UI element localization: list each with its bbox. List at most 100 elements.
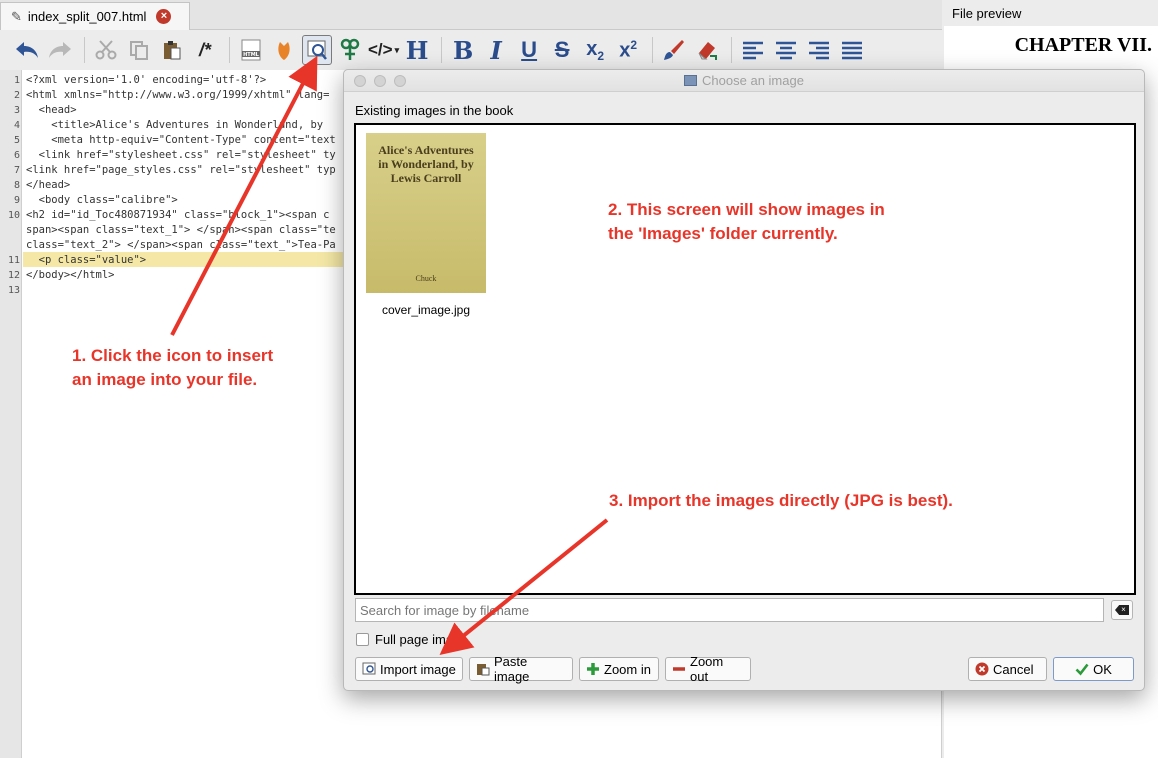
dialog-title: Choose an image <box>702 73 804 88</box>
line-number: 3 <box>13 105 20 116</box>
toolbar-separator <box>731 37 733 63</box>
ok-label: OK <box>1093 661 1112 677</box>
full-page-checkbox[interactable] <box>356 633 369 646</box>
code-line: </head> <box>26 179 71 191</box>
paste-icon <box>477 664 490 676</box>
existing-images-label: Existing images in the book <box>355 103 514 118</box>
align-left-button[interactable] <box>738 35 768 65</box>
insert-html-button[interactable]: HTML <box>236 35 266 65</box>
image-icon <box>684 75 698 86</box>
zoom-in-button[interactable]: Zoom in <box>579 657 659 681</box>
code-line: <body class="calibre"> <box>26 194 178 206</box>
full-page-label: Full page image <box>375 632 468 647</box>
tab-bar: ✎ index_split_007.html × <box>0 0 942 30</box>
file-preview-header: File preview <box>944 0 1158 26</box>
insert-link-button[interactable] <box>335 35 365 65</box>
minimize-window-button[interactable] <box>374 75 386 87</box>
code-line: </body></html> <box>26 269 115 281</box>
code-line: <?xml version='1.0' encoding='utf-8'?> <box>26 74 267 86</box>
maximize-window-button[interactable] <box>394 75 406 87</box>
line-number: 2 <box>13 90 20 101</box>
import-image-button[interactable]: Import image <box>355 657 463 681</box>
insert-special-character-button[interactable] <box>269 35 299 65</box>
code-line: <head> <box>26 104 77 116</box>
line-number: 6 <box>13 150 20 161</box>
import-image-label: Import image <box>380 661 456 677</box>
line-number: 4 <box>13 120 20 131</box>
annotation-step-3: 3. Import the images directly (JPG is be… <box>609 491 953 510</box>
backspace-icon: × <box>1115 605 1129 615</box>
line-number: 13 <box>7 285 20 296</box>
paste-image-button[interactable]: Paste image <box>469 654 573 684</box>
line-number: 12 <box>7 270 20 281</box>
strikethrough-button[interactable]: S <box>547 35 577 65</box>
toolbar-separator <box>229 37 230 63</box>
full-page-image-option[interactable]: Full page image <box>356 632 468 647</box>
annotation-step-2-line-1: 2. This screen will show images in <box>608 200 885 219</box>
preview-chapter-heading: CHAPTER VII. <box>1014 34 1152 56</box>
zoom-in-label: Zoom in <box>604 661 651 677</box>
paste-button[interactable] <box>157 35 187 65</box>
line-number-gutter: 1 2 3 4 5 6 7 8 9 10 11 12 13 <box>0 70 22 758</box>
close-window-button[interactable] <box>354 75 366 87</box>
pen-icon: ✎ <box>11 8 22 24</box>
bold-button[interactable]: B <box>448 35 478 65</box>
line-number: 10 <box>7 210 20 221</box>
code-line: <p class="value"> <box>26 254 147 266</box>
brush-icon[interactable] <box>659 35 689 65</box>
eraser-icon[interactable] <box>692 35 722 65</box>
line-number: 5 <box>13 135 20 146</box>
ok-button[interactable]: OK <box>1053 657 1134 681</box>
cover-author: Chuck <box>415 274 437 283</box>
line-number: 1 <box>13 75 20 86</box>
italic-button[interactable]: I <box>481 35 511 65</box>
checkmark-icon <box>1075 663 1089 676</box>
align-right-button[interactable] <box>804 35 834 65</box>
line-number: 9 <box>13 195 20 206</box>
plus-icon <box>587 663 599 675</box>
copy-button[interactable] <box>124 35 154 65</box>
align-center-button[interactable] <box>771 35 801 65</box>
code-line: <html xmlns="http://www.w3.org/1999/xhtm… <box>26 89 330 101</box>
window-controls <box>354 75 406 87</box>
cancel-icon <box>975 662 989 676</box>
redo-button[interactable] <box>45 35 75 65</box>
clear-search-button[interactable]: × <box>1111 600 1133 620</box>
line-number: 7 <box>13 165 20 176</box>
heading-button[interactable]: H <box>402 35 432 65</box>
annotation-step-1-line-1: 1. Click the icon to insert <box>72 346 274 365</box>
svg-text:HTML: HTML <box>243 52 260 58</box>
close-tab-icon[interactable]: × <box>156 9 172 24</box>
code-line: span><span class="text_1"> </span><span … <box>26 224 336 236</box>
cover-image-thumbnail[interactable]: Alice's Adventures in Wonderland, by Lew… <box>366 133 486 293</box>
superscript-button[interactable]: x2 <box>613 35 643 65</box>
underline-button[interactable]: U <box>514 35 544 65</box>
code-line: <link href="page_styles.css" rel="styles… <box>26 164 336 176</box>
zoom-out-button[interactable]: Zoom out <box>665 654 751 684</box>
subscript-button[interactable]: x2 <box>580 35 610 65</box>
minus-icon <box>673 667 685 671</box>
annotation-step-1-line-2: an image into your file. <box>72 370 258 389</box>
tab-label: index_split_007.html <box>27 9 147 24</box>
cut-button[interactable] <box>91 35 121 65</box>
cancel-label: Cancel <box>993 661 1034 677</box>
line-number: 8 <box>13 180 20 191</box>
code-line: <title>Alice's Adventures in Wonderland,… <box>26 119 324 131</box>
insert-image-button[interactable] <box>302 35 332 65</box>
code-tags-button[interactable]: </> ▾ <box>368 35 399 65</box>
tab-index-split-007[interactable]: ✎ index_split_007.html × <box>0 2 190 30</box>
import-image-icon <box>362 662 376 675</box>
annotation-step-1: 1. Click the icon to insert an image int… <box>72 344 273 392</box>
toolbar-separator <box>652 37 654 63</box>
app-window: ✎ index_split_007.html × /* HTML </> ▾ H … <box>0 0 1158 758</box>
comment-button[interactable]: /* <box>190 35 220 65</box>
code-line: <link href="stylesheet.css" rel="stylesh… <box>26 149 336 161</box>
dialog-titlebar: Choose an image <box>344 70 1144 92</box>
cancel-button[interactable]: Cancel <box>968 657 1047 681</box>
image-grid[interactable]: Alice's Adventures in Wonderland, by Lew… <box>354 123 1136 595</box>
undo-button[interactable] <box>12 35 42 65</box>
image-filename: cover_image.jpg <box>381 303 471 317</box>
image-search-input[interactable]: Search for image by filename <box>355 598 1104 622</box>
justify-button[interactable] <box>837 35 867 65</box>
toolbar: /* HTML </> ▾ H B I U S x2 x2 <box>0 31 942 69</box>
